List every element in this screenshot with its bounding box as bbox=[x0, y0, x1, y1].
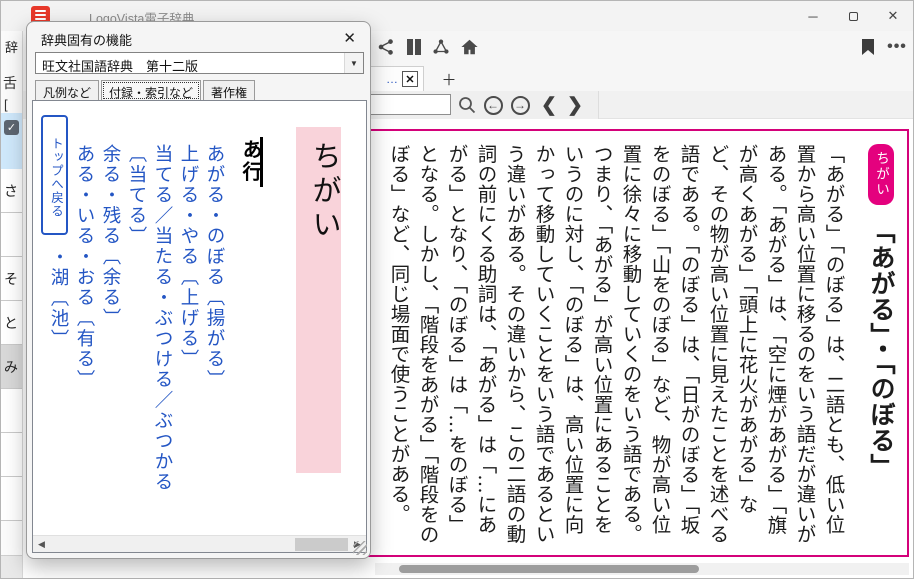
sidebar: 辞 舌 [ ✓ さ そ と み bbox=[1, 31, 23, 578]
structure-icon[interactable] bbox=[431, 37, 451, 57]
index-link[interactable]: 当てる／当たる・ぶつける／ぶつかる〔当てる〕 bbox=[124, 139, 176, 531]
search-icon[interactable] bbox=[456, 94, 478, 116]
sidebar-footer bbox=[1, 555, 23, 578]
back-icon[interactable]: ← bbox=[482, 94, 504, 116]
article-frame: ちがい 「あがる」・「のぼる」 「あがる」「のぼる」は、二語とも、低い位置から高… bbox=[363, 129, 909, 557]
tab-legend[interactable]: 凡例など bbox=[35, 80, 99, 100]
forward-icon[interactable]: → bbox=[509, 94, 531, 116]
home-icon[interactable] bbox=[459, 37, 479, 57]
new-tab-button[interactable]: ＋ bbox=[438, 69, 460, 89]
search-input[interactable] bbox=[366, 94, 451, 115]
tab-appendix-index[interactable]: 付録・索引など bbox=[101, 80, 201, 101]
sidebar-fragment: 舌 bbox=[3, 73, 17, 93]
list-item[interactable]: さ bbox=[1, 169, 23, 213]
list-item[interactable] bbox=[1, 213, 23, 257]
scrollbar-thumb[interactable] bbox=[399, 565, 699, 573]
resize-grip[interactable] bbox=[353, 541, 367, 555]
dialog-content: ちがい あ行 あがる・のぼる〔揚がる〕 上げる・やる〔上げる〕 当てる／当たる・… bbox=[32, 100, 367, 553]
dictionary-functions-dialog: 辞典固有の機能 ✕ 旺文社国語辞典 第十二版 ▼ 凡例など 付録・索引など 著作… bbox=[26, 21, 371, 559]
share-icon[interactable] bbox=[376, 37, 396, 57]
dialog-close-icon[interactable]: ✕ bbox=[343, 29, 356, 47]
index-link[interactable]: ある・いる・おる〔有る〕 bbox=[72, 139, 98, 531]
list-item[interactable]: み bbox=[1, 345, 23, 389]
list-item[interactable] bbox=[1, 477, 23, 521]
index-link[interactable]: 余る・残る〔余る〕 bbox=[98, 139, 124, 531]
headword: 「あがる」・「のぼる」 bbox=[867, 219, 896, 480]
tab-close-icon[interactable]: ✕ bbox=[402, 71, 418, 87]
checkbox-checked[interactable]: ✓ bbox=[4, 120, 19, 135]
dictionary-select-value: 旺文社国語辞典 第十二版 bbox=[42, 56, 198, 75]
more-button[interactable]: ••• bbox=[887, 37, 907, 57]
horizontal-scrollbar[interactable] bbox=[375, 563, 909, 575]
bookmark-icon[interactable] bbox=[858, 37, 878, 57]
article: ちがい 「あがる」・「のぼる」 「あがる」「のぼる」は、二語とも、低い位置から高… bbox=[384, 144, 899, 548]
dialog-scrollbar-thumb[interactable] bbox=[295, 538, 348, 551]
next-entry-icon[interactable]: ❯ bbox=[564, 94, 586, 116]
sidebar-fragment: [ bbox=[4, 97, 8, 112]
list-item[interactable] bbox=[1, 433, 23, 477]
list-item[interactable]: と bbox=[1, 301, 23, 345]
dialog-title: 辞典固有の機能 bbox=[41, 30, 132, 49]
maximize-button[interactable] bbox=[833, 1, 873, 31]
scroll-left-icon[interactable]: ◀ bbox=[33, 536, 50, 553]
article-headline: ちがい 「あがる」・「のぼる」 bbox=[863, 144, 899, 548]
dictionary-select[interactable]: 旺文社国語辞典 第十二版 ▼ bbox=[35, 52, 364, 74]
section-heading: あ行 bbox=[236, 139, 265, 531]
back-to-top-button[interactable]: トップへ戻る bbox=[41, 115, 68, 235]
result-list: さ そ と み bbox=[1, 169, 23, 521]
panels-icon[interactable] bbox=[404, 37, 424, 57]
category-band: ちがい bbox=[296, 127, 341, 473]
dialog-horizontal-scrollbar[interactable]: ◀ ▶ bbox=[33, 535, 366, 552]
article-body: 「あがる」「のぼる」は、二語とも、低い位置から高い位置に移るのをいう語だが違いが… bbox=[384, 144, 848, 548]
category-band-label: ちがい bbox=[303, 141, 345, 243]
list-item[interactable]: そ bbox=[1, 257, 23, 301]
tab-title: … bbox=[386, 72, 398, 86]
menu-item-dictionary[interactable]: 辞 bbox=[5, 37, 18, 56]
close-button[interactable]: ✕ bbox=[873, 1, 913, 31]
prev-entry-icon[interactable]: ❮ bbox=[538, 94, 560, 116]
minimize-button[interactable]: ─ bbox=[793, 1, 833, 31]
difference-badge: ちがい bbox=[868, 144, 894, 205]
index-link[interactable]: 上げる・やる〔上げる〕 bbox=[176, 139, 202, 531]
tab-copyright[interactable]: 著作権 bbox=[203, 80, 255, 100]
dialog-tabs: 凡例など 付録・索引など 著作権 bbox=[35, 80, 257, 100]
maximize-icon bbox=[849, 12, 858, 21]
window-controls: ─ ✕ bbox=[793, 1, 913, 31]
chevron-down-icon[interactable]: ▼ bbox=[344, 53, 363, 73]
index-link[interactable]: あがる・のぼる〔揚がる〕 bbox=[202, 139, 228, 531]
list-item[interactable] bbox=[1, 389, 23, 433]
index-list: あ行 あがる・のぼる〔揚がる〕 上げる・やる〔上げる〕 当てる／当たる・ぶつける… bbox=[39, 139, 265, 531]
